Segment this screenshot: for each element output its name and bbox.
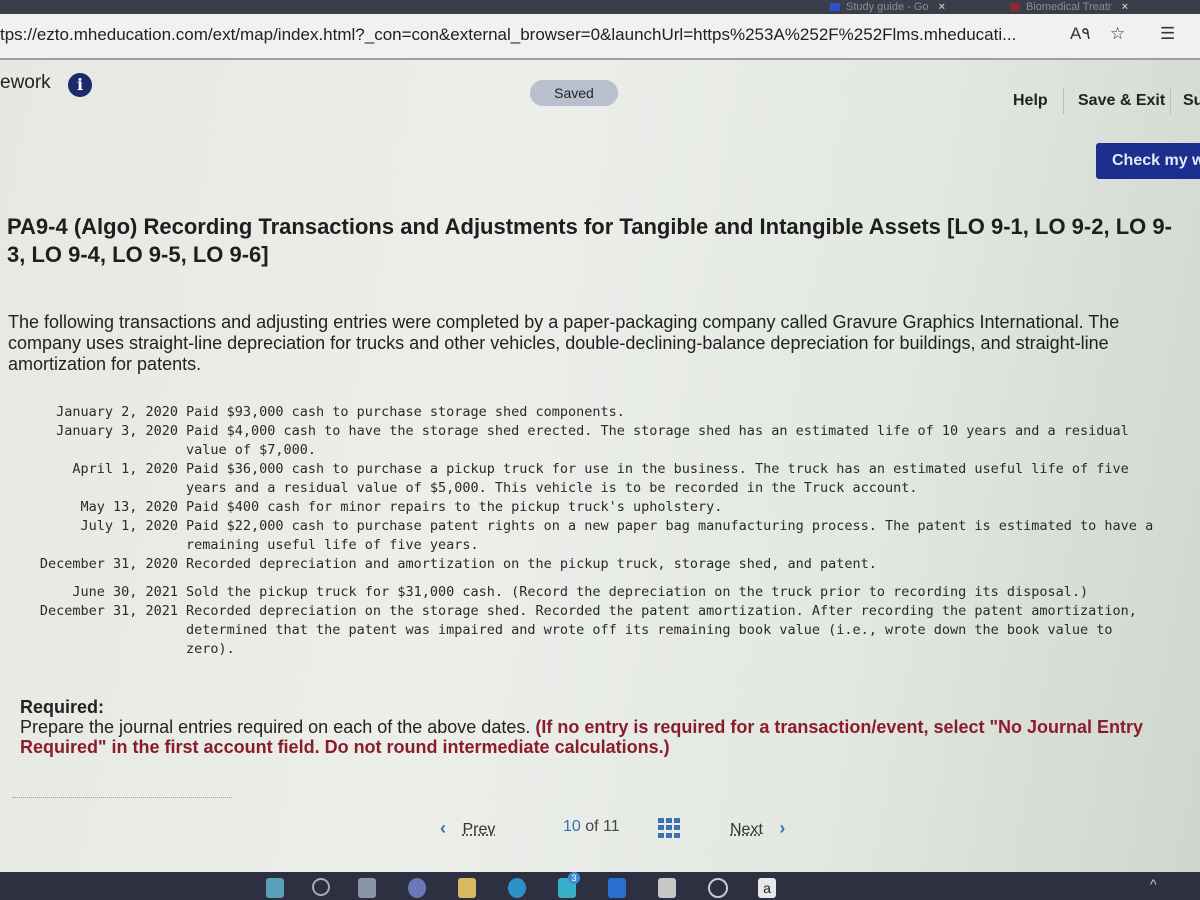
txn-date: December 31, 2021 [39, 603, 178, 619]
of-label: of [585, 818, 599, 835]
txn-description: Sold the pickup truck for $31,000 cash. … [186, 584, 1089, 600]
table-row: May 13, 2020 Paid $400 cash for minor rep… [0, 498, 1166, 517]
favorites-list-icon[interactable]: ☰ [1160, 24, 1175, 44]
mail-badge: 3 [568, 872, 580, 884]
amazon-icon[interactable]: a [758, 878, 776, 898]
txn-date: January 3, 2020 [56, 423, 178, 439]
transactions-2020-table: January 2, 2020 Paid $93,000 cash to purc… [0, 403, 1166, 574]
next-button[interactable]: Next › [730, 818, 785, 839]
store-icon[interactable] [658, 878, 676, 898]
chevron-up-icon[interactable]: ^ [1150, 876, 1157, 892]
table-row: January 3, 2020 Paid $4,000 cash to have … [0, 422, 1166, 460]
info-icon[interactable]: i [68, 73, 92, 97]
tab-label: Study guide - Go [846, 1, 929, 13]
table-row: January 2, 2020 Paid $93,000 cash to purc… [0, 403, 1166, 422]
txn-description: Paid $36,000 cash to purchase a pickup t… [186, 461, 1129, 496]
dropbox-icon[interactable] [608, 878, 626, 898]
mail-icon[interactable]: 3 [558, 872, 580, 898]
txn-date: December 31, 2020 [39, 556, 178, 572]
txn-description: Recorded depreciation and amortization o… [186, 556, 877, 572]
saved-status-badge: Saved [530, 80, 618, 106]
close-tab-icon[interactable]: × [939, 1, 945, 13]
browser-tab-strip: Study guide - Go × Biomedical Treatr × [0, 0, 1200, 14]
txn-description: Paid $93,000 cash to purchase storage sh… [186, 404, 625, 420]
txn-date: July 1, 2020 [80, 518, 178, 534]
divider [1170, 88, 1171, 114]
table-row: April 1, 2020 Paid $36,000 cash to purcha… [0, 460, 1166, 498]
save-exit-button[interactable]: Save & Exit [1078, 92, 1165, 110]
next-label: Next [730, 821, 763, 838]
app-icon[interactable] [708, 878, 728, 898]
required-section: Required: Prepare the journal entries re… [20, 697, 1180, 757]
txn-description: Recorded depreciation on the storage she… [186, 603, 1137, 657]
table-row: December 31, 2021 Recorded depreciation o… [0, 602, 1166, 659]
problem-title: PA9-4 (Algo) Recording Transactions and … [7, 214, 1172, 267]
current-page: 10 [563, 818, 581, 835]
file-explorer-icon[interactable] [458, 878, 476, 898]
txn-date: April 1, 2020 [72, 461, 178, 477]
assignment-title: ework [0, 72, 51, 93]
required-label: Required: [20, 697, 105, 717]
txn-description: Paid $22,000 cash to purchase patent rig… [186, 518, 1154, 553]
doc-icon [830, 3, 840, 12]
txn-description: Paid $4,000 cash to have the storage she… [186, 423, 1129, 458]
txn-date: January 2, 2020 [56, 404, 178, 420]
read-aloud-icon[interactable]: A٩ [1070, 24, 1090, 44]
divider [1063, 88, 1064, 114]
browser-tab-biomedical[interactable]: Biomedical Treatr × [1010, 0, 1128, 14]
teams-icon[interactable] [408, 878, 426, 898]
edge-icon[interactable] [508, 878, 526, 898]
page-indicator: 10 of 11 [563, 818, 620, 836]
close-tab-icon[interactable]: × [1122, 1, 1128, 13]
transactions-2021-table: June 30, 2021 Sold the pickup truck for $… [0, 583, 1166, 659]
txn-description: Paid $400 cash for minor repairs to the … [186, 499, 723, 515]
os-taskbar: 3 a ^ [0, 872, 1200, 900]
prev-label: Prev [462, 821, 496, 838]
assignment-header: ework i Saved Help Save & Exit Su [0, 60, 1200, 120]
url-text[interactable]: tps://ezto.mheducation.com/ext/map/index… [0, 25, 1016, 45]
txn-date: June 30, 2021 [72, 584, 178, 600]
chevron-left-icon: ‹ [440, 818, 446, 838]
question-grid-icon[interactable] [658, 818, 680, 838]
divider [12, 797, 232, 798]
tab-label: Biomedical Treatr [1026, 1, 1112, 13]
problem-intro: The following transactions and adjusting… [8, 312, 1120, 374]
add-favorite-icon[interactable]: ☆ [1110, 24, 1125, 44]
required-text: Prepare the journal entries required on … [20, 717, 531, 737]
table-row: July 1, 2020 Paid $22,000 cash to purchas… [0, 517, 1166, 555]
browser-tab-study-guide[interactable]: Study guide - Go × [830, 0, 945, 14]
task-view-icon[interactable] [358, 878, 376, 898]
site-icon [1010, 3, 1020, 12]
address-bar[interactable]: tps://ezto.mheducation.com/ext/map/index… [0, 14, 1200, 60]
chevron-right-icon: › [779, 818, 786, 838]
table-row: December 31, 2020 Recorded depreciation a… [0, 555, 1166, 574]
total-pages: 11 [603, 818, 620, 835]
search-icon[interactable] [312, 878, 330, 896]
table-row: June 30, 2021 Sold the pickup truck for $… [0, 583, 1166, 602]
submit-button[interactable]: Su [1183, 92, 1200, 110]
check-my-work-button[interactable]: Check my w [1096, 143, 1200, 179]
prev-button[interactable]: ‹ Prev [440, 818, 495, 839]
help-button[interactable]: Help [1013, 92, 1048, 110]
txn-date: May 13, 2020 [80, 499, 178, 515]
start-icon[interactable] [266, 878, 284, 898]
